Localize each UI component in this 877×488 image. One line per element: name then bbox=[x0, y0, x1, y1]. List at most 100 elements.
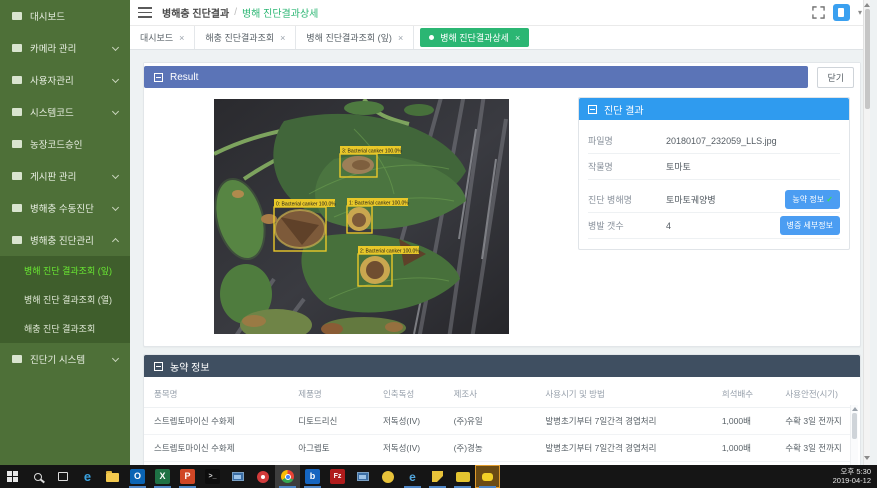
table-scrollbar[interactable] bbox=[850, 405, 858, 465]
diagnosis-panel-header: 진단 결과 bbox=[579, 98, 849, 120]
sidebar-item-label: 진단기 시스템 bbox=[30, 352, 105, 366]
tab-dashboard[interactable]: 대시보드 × bbox=[130, 26, 195, 49]
field-label: 병발 갯수 bbox=[588, 219, 666, 232]
sidebar-submenu: 병해 진단 결과조회 (잎) 병해 진단 결과조회 (열) 해충 진단 결과조회 bbox=[0, 256, 130, 343]
tab-label: 해충 진단결과조회 bbox=[205, 31, 274, 44]
diagnosis-manage-icon bbox=[12, 236, 22, 244]
diagnosis-field-crop: 작물명 토마토 bbox=[588, 154, 840, 180]
tab-leaf-disease-results[interactable]: 병해 진단결과조회 (잎) × bbox=[296, 26, 414, 49]
start-icon[interactable] bbox=[0, 465, 25, 488]
tab-diagnosis-detail[interactable]: 병해 진단결과상세 × bbox=[420, 28, 529, 47]
table-cell: 디토드리신 bbox=[292, 408, 377, 435]
file-explorer-icon[interactable] bbox=[100, 465, 125, 488]
terminal-icon[interactable]: >_ bbox=[200, 465, 225, 488]
table-cell: 수확 3일 전까지 bbox=[779, 435, 850, 462]
page-scrollbar[interactable] bbox=[863, 0, 870, 465]
breadcrumb: 병해충 진단결과 / 병해 진단결과상세 bbox=[162, 5, 318, 20]
sidebar-item-board[interactable]: 게시판 관리 bbox=[0, 160, 130, 192]
sidebar-item-dashboard[interactable]: 대시보드 bbox=[0, 0, 130, 32]
powerpoint-icon[interactable]: P bbox=[175, 465, 200, 488]
sidebar-item-manual-diagnosis[interactable]: 병해충 수동진단 bbox=[0, 192, 130, 224]
table-cell: (주)경농 bbox=[448, 435, 540, 462]
sidebar-item-label: 병해충 진단관리 bbox=[30, 233, 105, 247]
tab-close-icon[interactable]: × bbox=[179, 33, 184, 43]
tab-label: 대시보드 bbox=[140, 31, 173, 44]
tab-pest-results[interactable]: 해충 진단결과조회 × bbox=[195, 26, 296, 49]
edge-icon: e bbox=[80, 469, 95, 484]
tab-close-icon[interactable]: × bbox=[515, 33, 520, 43]
devices-icon[interactable] bbox=[225, 465, 250, 488]
system-code-icon bbox=[12, 108, 22, 116]
task-view-icon[interactable] bbox=[50, 465, 75, 488]
kakaotalk-icon[interactable] bbox=[475, 465, 500, 488]
sidebar-item-label: 시스템코드 bbox=[30, 105, 105, 119]
submenu-item-pest-results[interactable]: 해충 진단 결과조회 bbox=[0, 314, 130, 343]
field-value: 토마토궤양병 bbox=[666, 193, 785, 206]
character-icon[interactable] bbox=[375, 465, 400, 488]
sidebar-item-system-code[interactable]: 시스템코드 bbox=[0, 96, 130, 128]
dashboard-icon bbox=[12, 12, 22, 20]
chrome-icon bbox=[281, 470, 294, 483]
scrollbar-thumb[interactable] bbox=[865, 9, 870, 109]
start-icon bbox=[7, 471, 19, 483]
pesticide-panel-header: 농약 정보 bbox=[144, 355, 860, 377]
tab-label: 병해 진단결과상세 bbox=[440, 31, 509, 44]
sidebar-item-farm-code[interactable]: 농장코드승인 bbox=[0, 128, 130, 160]
scrollbar-thumb[interactable] bbox=[852, 413, 857, 439]
outlook-icon[interactable]: O bbox=[125, 465, 150, 488]
panel-icon bbox=[154, 362, 163, 371]
submenu-item-leaf-disease-results[interactable]: 병해 진단 결과조회 (잎) bbox=[0, 256, 130, 285]
excel-icon[interactable]: X bbox=[150, 465, 175, 488]
sidebar-item-label: 사용자관리 bbox=[30, 73, 105, 87]
menu-toggle-icon[interactable] bbox=[138, 7, 152, 17]
kakao-small-icon[interactable] bbox=[450, 465, 475, 488]
farm-code-icon bbox=[12, 140, 22, 148]
filezilla-icon[interactable]: Fz bbox=[325, 465, 350, 488]
sticky-notes-icon[interactable] bbox=[425, 465, 450, 488]
user-menu-caret-icon[interactable]: ▾ bbox=[858, 8, 862, 17]
tab-close-icon[interactable]: × bbox=[398, 33, 403, 43]
pesticide-info-button[interactable]: 농약 정보 ✓ bbox=[785, 190, 840, 209]
search-icon[interactable] bbox=[25, 465, 50, 488]
content-area: Result 닫기 bbox=[130, 50, 870, 465]
scroll-down-icon[interactable] bbox=[864, 456, 870, 460]
scroll-up-icon[interactable] bbox=[852, 407, 858, 411]
table-cell: 1,000배 bbox=[716, 408, 780, 435]
sidebar-item-users[interactable]: 사용자관리 bbox=[0, 64, 130, 96]
chrome-icon[interactable] bbox=[275, 465, 300, 488]
chevron-down-icon bbox=[112, 171, 119, 178]
tab-close-icon[interactable]: × bbox=[280, 33, 285, 43]
tab-bar: 대시보드 × 해충 진단결과조회 × 병해 진단결과조회 (잎) × 병해 진단… bbox=[130, 26, 870, 50]
user-avatar[interactable] bbox=[833, 4, 850, 21]
table-row: 스트렙토마이신 수화제아그렙토저독성(IV)(주)경농발병초기부터 7일간격 경… bbox=[144, 435, 850, 462]
scroll-up-icon[interactable] bbox=[864, 3, 870, 7]
table-cell: 발병초기부터 7일간격 경엽처리 bbox=[539, 435, 716, 462]
close-button[interactable]: 닫기 bbox=[817, 67, 854, 88]
blue-app-icon[interactable]: b bbox=[300, 465, 325, 488]
remote-desktop-icon[interactable] bbox=[350, 465, 375, 488]
table-column-header: 인축독성 bbox=[377, 381, 448, 408]
breadcrumb-section[interactable]: 병해충 진단결과 bbox=[162, 5, 229, 20]
symptom-detail-button[interactable]: 병증 세부정보 bbox=[780, 216, 840, 235]
breadcrumb-separator: / bbox=[234, 7, 237, 18]
panel-icon bbox=[588, 105, 597, 114]
main-area: 병해충 진단결과 / 병해 진단결과상세 ▾ 대시보드 × 해충 진단결과 bbox=[130, 0, 870, 465]
sidebar-item-label: 농장코드승인 bbox=[30, 137, 118, 151]
edge-icon[interactable]: e bbox=[75, 465, 100, 488]
sidebar-item-diagnosis-manage[interactable]: 병해충 진단관리 bbox=[0, 224, 130, 256]
fullscreen-icon[interactable] bbox=[812, 6, 825, 19]
taskbar-clock[interactable]: 오후 5:30 2019-04-12 bbox=[833, 465, 877, 488]
sidebar-item-camera[interactable]: 카메라 관리 bbox=[0, 32, 130, 64]
terminal-icon: >_ bbox=[205, 469, 220, 484]
kakaotalk-icon bbox=[482, 473, 493, 481]
media-player-icon[interactable] bbox=[250, 465, 275, 488]
ie-icon[interactable]: e bbox=[400, 465, 425, 488]
submenu-item-fruit-disease-results[interactable]: 병해 진단 결과조회 (열) bbox=[0, 285, 130, 314]
button-label: 농약 정보 bbox=[792, 195, 824, 204]
sidebar-item-label: 병해충 수동진단 bbox=[30, 201, 105, 215]
manual-diagnosis-icon bbox=[12, 204, 22, 212]
active-tab-dot-icon bbox=[429, 35, 434, 40]
sidebar-item-diagnoser-system[interactable]: 진단기 시스템 bbox=[0, 343, 130, 375]
diagnoser-system-icon bbox=[12, 355, 22, 363]
devices-icon bbox=[232, 472, 244, 481]
